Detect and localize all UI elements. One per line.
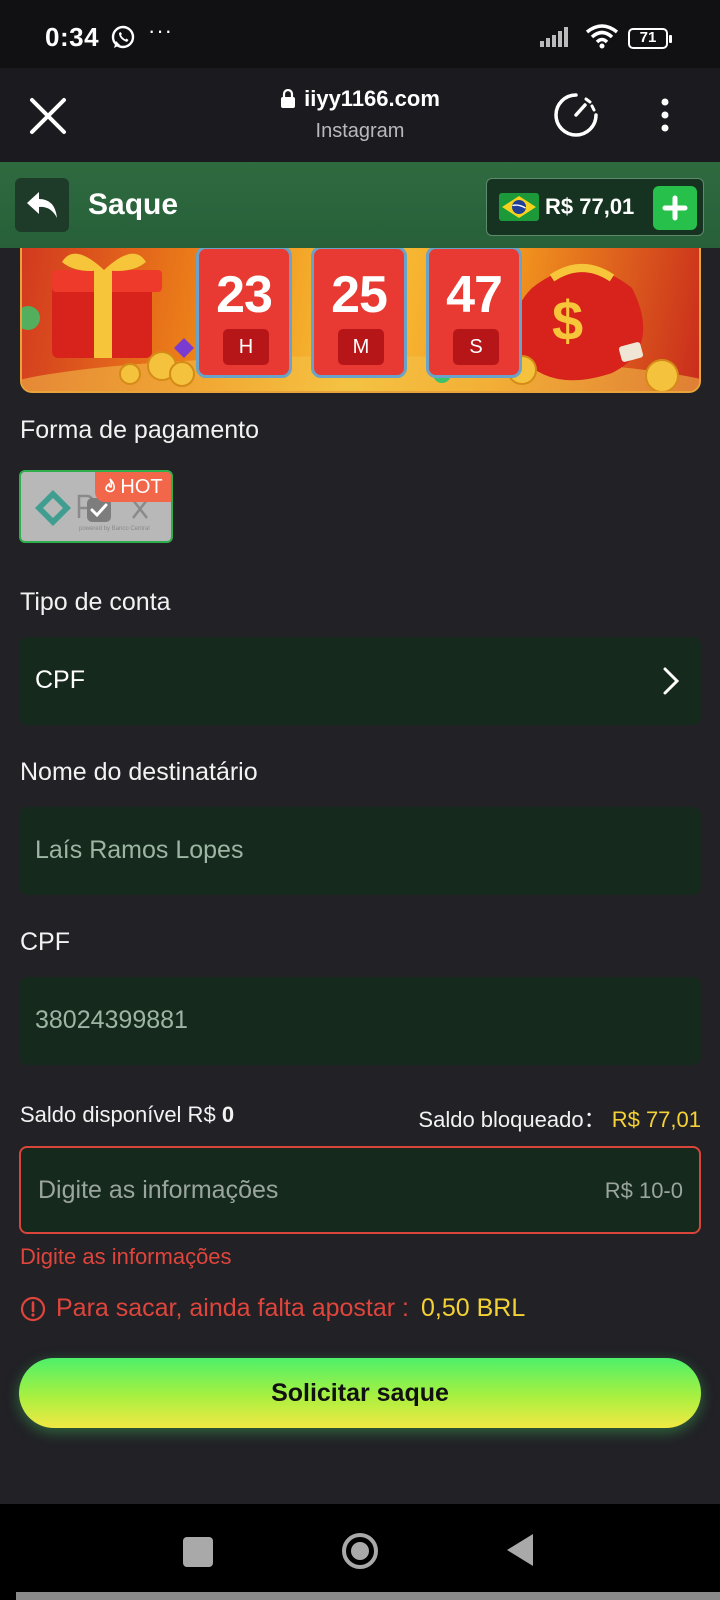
browser-toolbar: iiyy1166.com Instagram (0, 68, 720, 162)
balance-amount: R$ 77,01 (545, 194, 635, 219)
wallet-balance: R$ 77,01 (486, 178, 704, 236)
countdown-minutes: 25 M (311, 248, 407, 378)
pix-payment-option[interactable]: powered by Banco Central HOT (19, 470, 173, 543)
home-icon[interactable] (340, 1531, 380, 1571)
chevron-right-icon (663, 667, 679, 695)
app-header: Saque R$ 77,01 (0, 162, 720, 248)
available-balance: Saldo disponível R$ 0 (20, 1102, 234, 1128)
available-balance-value: 0 (221, 1102, 235, 1127)
svg-text:$: $ (552, 289, 583, 352)
recipient-name-value: Laís Ramos Lopes (35, 836, 244, 864)
countdown-hours: 23 H (196, 248, 292, 378)
countdown-seconds-unit: S (453, 329, 499, 365)
payment-method-label: Forma de pagamento (20, 416, 260, 444)
battery-icon: 71 (628, 28, 672, 49)
account-type-label: Tipo de conta (20, 588, 171, 616)
countdown-hours-unit: H (223, 329, 269, 365)
request-withdrawal-button[interactable]: Solicitar saque (19, 1358, 701, 1428)
back-arrow-icon (27, 192, 57, 218)
amount-placeholder: Digite as informações (38, 1176, 279, 1204)
account-type-select[interactable]: CPF (19, 637, 701, 725)
withdraw-amount-input[interactable]: Digite as informações R$ 10-0 (19, 1146, 701, 1234)
promo-banner[interactable]: $ 23 H 25 M 47 S (20, 248, 701, 393)
warning-amount: 0,50 BRL (421, 1294, 526, 1322)
account-type-value: CPF (35, 666, 85, 694)
overflow-menu-icon[interactable] (660, 98, 670, 132)
status-bar: 0:34 ··· 71 (0, 0, 720, 68)
app-screen: 0:34 ··· 71 iiyy1166.com Instagram Saque… (0, 0, 720, 1600)
plus-icon (662, 195, 688, 221)
countdown-minutes-value: 25 (331, 266, 388, 324)
status-time: 0:34 (45, 22, 100, 52)
url-text: iiyy1166.com (304, 86, 440, 111)
amount-error-message: Digite as informações (20, 1244, 232, 1269)
close-icon[interactable] (28, 96, 68, 136)
deposit-button[interactable] (653, 186, 697, 230)
available-balance-label: Saldo disponível R$ (20, 1102, 216, 1127)
alert-circle-icon (20, 1296, 46, 1321)
brazil-flag-icon (499, 193, 539, 221)
lock-icon (281, 89, 296, 108)
recents-icon[interactable] (183, 1537, 213, 1567)
back-button[interactable] (15, 178, 69, 232)
nav-back-icon[interactable] (505, 1532, 535, 1568)
recipient-name-label: Nome do destinatário (20, 758, 258, 786)
signal-icon (540, 27, 568, 47)
url-display[interactable]: iiyy1166.com Instagram (230, 86, 490, 143)
blocked-balance-label: Saldo bloqueado： (418, 1107, 606, 1132)
url-source: Instagram (315, 120, 405, 142)
battery-level: 71 (639, 29, 657, 46)
wagering-warning: Para sacar, ainda falta apostar : 0,50 B… (20, 1294, 525, 1323)
cpf-field[interactable]: 38024399881 (19, 977, 701, 1065)
blocked-balance-value: R$ 77,01 (611, 1107, 701, 1132)
countdown-minutes-unit: M (338, 329, 384, 365)
blocked-balance: Saldo bloqueado： R$ 77,01 (418, 1102, 701, 1134)
recipient-name-field[interactable]: Laís Ramos Lopes (19, 807, 701, 895)
hot-badge-text: HOT (120, 475, 163, 498)
wifi-icon (585, 24, 619, 49)
system-nav-bar (0, 1504, 720, 1600)
speed-gauge-icon[interactable] (552, 91, 600, 139)
svg-text:powered by Banco Central: powered by Banco Central (79, 526, 150, 532)
flame-icon (105, 478, 116, 493)
page-title: Saque (88, 188, 179, 221)
warning-text: Para sacar, ainda falta apostar : (56, 1294, 409, 1322)
cpf-label: CPF (20, 928, 70, 956)
cpf-value: 38024399881 (35, 1006, 188, 1034)
countdown-seconds: 47 S (426, 248, 522, 378)
more-notifications-icon: ··· (148, 18, 173, 43)
amount-range: R$ 10-0 (604, 1178, 683, 1203)
hot-badge: HOT (95, 472, 171, 502)
countdown-hours-value: 23 (216, 266, 273, 324)
countdown-seconds-value: 47 (446, 266, 503, 324)
gesture-bar (16, 1592, 720, 1600)
whatsapp-icon (111, 25, 135, 49)
